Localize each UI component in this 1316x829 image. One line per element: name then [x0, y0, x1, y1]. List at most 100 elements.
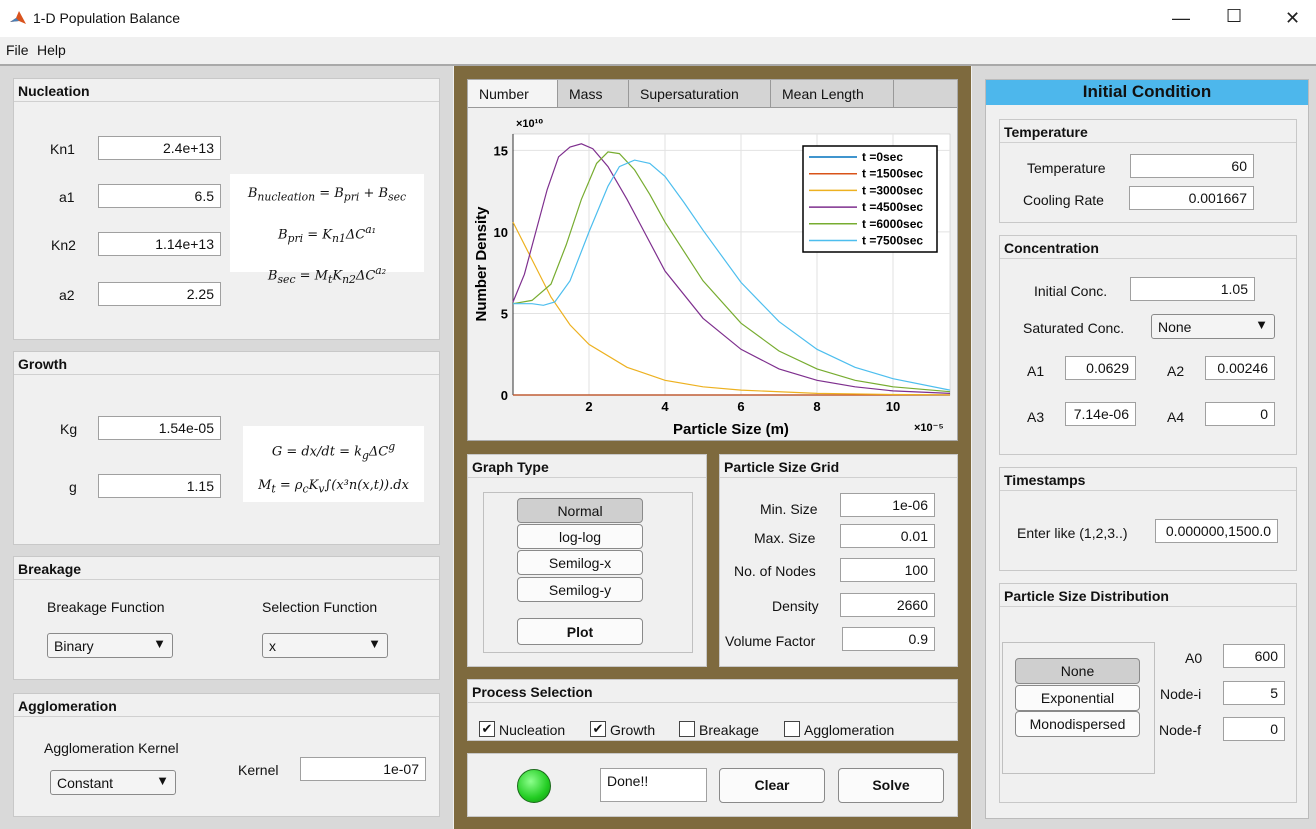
legend-entry: t =1500sec [862, 167, 923, 181]
initial-conc-label: Initial Conc. [1034, 283, 1108, 299]
breakage-panel: Breakage Breakage Function Binary ▼ Selec… [13, 556, 440, 680]
a3-conc-label: A3 [1027, 409, 1045, 425]
a2-conc-input[interactable]: 0.00246 [1205, 356, 1275, 380]
node-f-label: Node-f [1159, 722, 1202, 738]
legend-entry: t =4500sec [862, 200, 923, 214]
run-controls-panel: Done!! Clear Solve [467, 753, 958, 817]
volume-factor-label: Volume Factor [725, 633, 816, 649]
agglomeration-kernel-value: Constant [57, 775, 114, 791]
volume-factor-input[interactable]: 0.9 [842, 627, 935, 651]
menu-file[interactable]: File [6, 42, 29, 58]
graph-type-loglog-button[interactable]: log-log [517, 524, 643, 549]
nucleation-checkbox[interactable]: ✔ [479, 721, 495, 737]
kernel-input[interactable]: 1e-07 [300, 757, 426, 781]
title-bar: 1-D Population Balance — ☐ ✕ [0, 0, 1316, 37]
a0-label: A0 [1185, 650, 1203, 666]
g-input[interactable]: 1.15 [98, 474, 221, 498]
a3-conc-input[interactable]: 7.14e-06 [1065, 402, 1136, 426]
temperature-input[interactable]: 60 [1130, 154, 1254, 178]
nodes-input[interactable]: 100 [840, 558, 935, 582]
cooling-rate-label: Cooling Rate [1023, 192, 1104, 208]
clear-button[interactable]: Clear [719, 768, 825, 803]
minimize-icon[interactable]: — [1172, 8, 1190, 29]
y-tick-label: 0 [501, 388, 508, 403]
node-f-input[interactable]: 0 [1223, 717, 1285, 741]
density-input[interactable]: 2660 [840, 593, 935, 617]
tab-number[interactable]: Number [468, 80, 558, 107]
agglomeration-panel: Agglomeration Agglomeration Kernel Const… [13, 693, 440, 817]
y-tick-label: 10 [494, 225, 508, 240]
agglomeration-title: Agglomeration [14, 694, 439, 717]
legend-entry: t =3000sec [862, 183, 923, 197]
a2-input[interactable]: 2.25 [98, 282, 221, 306]
legend-entry: t =0sec [862, 150, 903, 164]
max-size-input[interactable]: 0.01 [840, 524, 935, 548]
max-size-label: Max. Size [754, 530, 816, 546]
kg-label: Kg [60, 421, 78, 437]
graph-type-normal-button[interactable]: Normal [517, 498, 643, 523]
tab-mass[interactable]: Mass [558, 80, 629, 107]
selection-function-dropdown[interactable]: x ▼ [262, 633, 388, 658]
chevron-down-icon: ▼ [1255, 317, 1268, 332]
x-axis-label: Particle Size (m) [673, 421, 789, 438]
saturated-conc-dropdown[interactable]: None ▼ [1151, 314, 1275, 339]
psd-none-button[interactable]: None [1015, 658, 1140, 684]
chevron-down-icon: ▼ [368, 636, 381, 651]
agglomeration-kernel-dropdown[interactable]: Constant ▼ [50, 770, 176, 795]
maximize-icon[interactable]: ☐ [1226, 6, 1242, 27]
a1-label: a1 [59, 189, 75, 205]
cooling-rate-input[interactable]: 0.001667 [1129, 186, 1254, 210]
node-i-input[interactable]: 5 [1223, 681, 1285, 705]
window-title: 1-D Population Balance [33, 10, 181, 26]
min-size-input[interactable]: 1e-06 [840, 493, 935, 517]
solve-button[interactable]: Solve [838, 768, 944, 803]
status-lamp-icon [517, 769, 551, 803]
a0-input[interactable]: 600 [1223, 644, 1285, 668]
kernel-label: Kernel [238, 762, 279, 778]
initial-condition-header: Initial Condition [986, 80, 1308, 105]
graph-type-semilogy-button[interactable]: Semilog-y [517, 577, 643, 602]
agglomeration-checkbox[interactable] [784, 721, 800, 737]
breakage-function-dropdown[interactable]: Binary ▼ [47, 633, 173, 658]
timestamps-panel: Timestamps Enter like (1,2,3..) 0.000000… [999, 467, 1297, 571]
timestamps-title: Timestamps [1000, 468, 1296, 491]
graph-type-title: Graph Type [468, 455, 706, 478]
growth-equation-image: G = dx/dt = kgΔCg Mt = ρcKv∫(x³n(x,t)).dx [243, 426, 424, 502]
kn1-input[interactable]: 2.4e+13 [98, 136, 221, 160]
process-selection-panel: Process Selection ✔ Nucleation ✔ Growth … [467, 679, 958, 741]
graph-type-semilogx-button[interactable]: Semilog-x [517, 550, 643, 575]
breakage-function-value: Binary [54, 638, 94, 654]
a1-conc-input[interactable]: 0.0629 [1065, 356, 1136, 380]
psd-monodispersed-button[interactable]: Monodispersed [1015, 711, 1140, 737]
node-i-label: Node-i [1160, 686, 1202, 702]
y-multiplier: ×10¹⁰ [516, 118, 543, 130]
tab-supersaturation[interactable]: Supersaturation [629, 80, 771, 107]
kn2-input[interactable]: 1.14e+13 [98, 232, 221, 256]
a4-conc-input[interactable]: 0 [1205, 402, 1275, 426]
status-text: Done!! [600, 768, 707, 802]
close-icon[interactable]: ✕ [1285, 8, 1300, 29]
a2-label: a2 [59, 287, 75, 303]
x-tick-label: 8 [813, 399, 820, 414]
process-selection-title: Process Selection [468, 680, 957, 703]
kg-input[interactable]: 1.54e-05 [98, 416, 221, 440]
initial-conc-input[interactable]: 1.05 [1130, 277, 1255, 301]
agglomeration-kernel-label: Agglomeration Kernel [44, 740, 179, 756]
a1-input[interactable]: 6.5 [98, 184, 221, 208]
plot-button[interactable]: Plot [517, 618, 643, 645]
chevron-down-icon: ▼ [153, 636, 166, 651]
menu-help[interactable]: Help [37, 42, 66, 58]
psd-exponential-button[interactable]: Exponential [1015, 685, 1140, 711]
temperature-title: Temperature [1000, 120, 1296, 143]
breakage-checkbox[interactable] [679, 721, 695, 737]
timestamps-input[interactable]: 0.000000,1500.0 [1155, 519, 1278, 543]
breakage-check-label: Breakage [699, 722, 759, 738]
a4-conc-label: A4 [1167, 409, 1185, 425]
kn2-label: Kn2 [51, 237, 76, 253]
growth-checkbox[interactable]: ✔ [590, 721, 606, 737]
x-tick-label: 2 [585, 399, 592, 414]
psd-panel: Particle Size Distribution None Exponent… [999, 583, 1297, 803]
selection-function-value: x [269, 638, 276, 654]
number-density-chart: 2 4 6 8 10 0 5 10 15 ×10¹⁰ ×10⁻⁵ Particle Size (… [473, 118, 951, 438]
tab-mean-length[interactable]: Mean Length [771, 80, 894, 107]
